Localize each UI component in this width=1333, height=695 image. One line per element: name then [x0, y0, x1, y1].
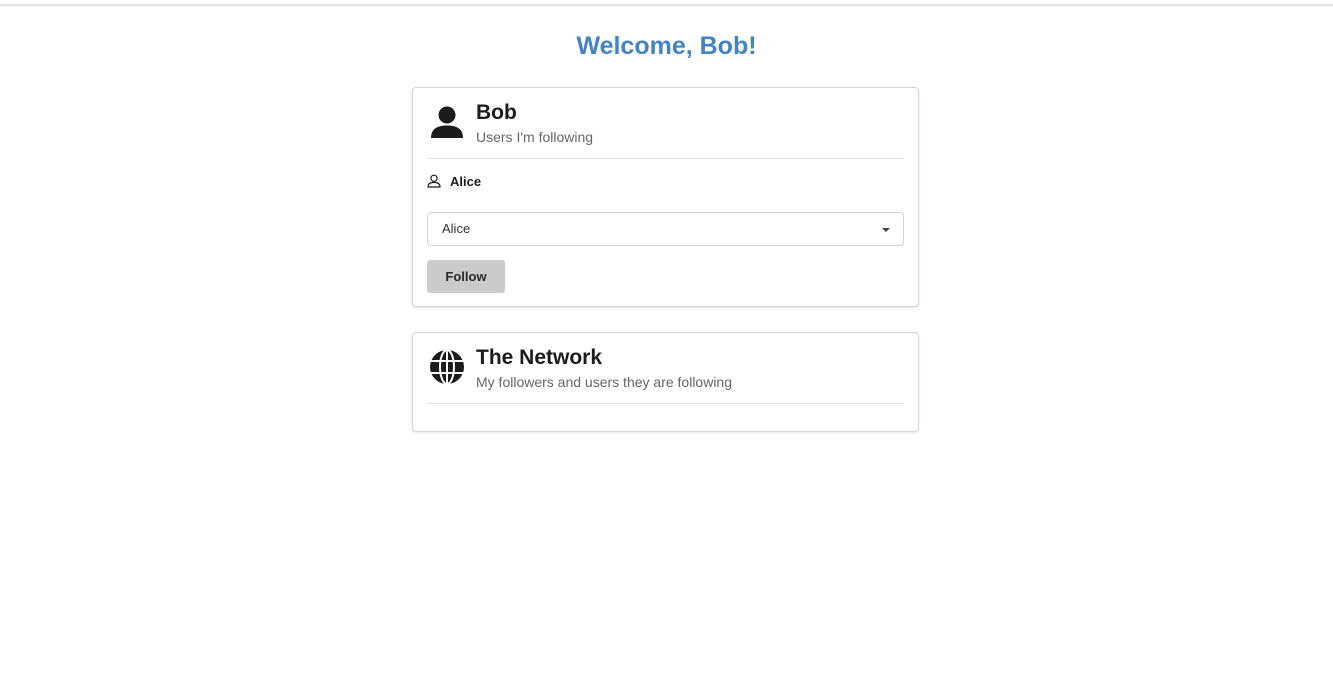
card-header: The Network My followers and users they …	[427, 346, 904, 404]
top-divider	[0, 4, 1333, 6]
following-list-item[interactable]: Alice	[427, 172, 481, 190]
caret-down-icon	[882, 228, 890, 232]
card-subtitle: My followers and users they are followin…	[476, 374, 733, 390]
follow-button[interactable]: Follow	[427, 260, 505, 293]
user-select-dropdown[interactable]: Alice	[427, 212, 904, 246]
card-header: Bob Users I'm following	[427, 101, 904, 159]
following-user-name: Alice	[450, 173, 482, 189]
my-following-card: Bob Users I'm following Alice Alice Foll…	[412, 87, 919, 307]
globe-icon	[429, 349, 465, 385]
card-subtitle: Users I'm following	[476, 129, 594, 145]
card-title: Bob	[476, 101, 517, 124]
page-title: Welcome, Bob!	[576, 32, 757, 60]
user-outline-icon	[427, 174, 441, 188]
select-value: Alice	[442, 221, 471, 236]
card-title: The Network	[476, 346, 603, 369]
user-icon	[429, 104, 465, 140]
network-card: The Network My followers and users they …	[412, 332, 919, 432]
